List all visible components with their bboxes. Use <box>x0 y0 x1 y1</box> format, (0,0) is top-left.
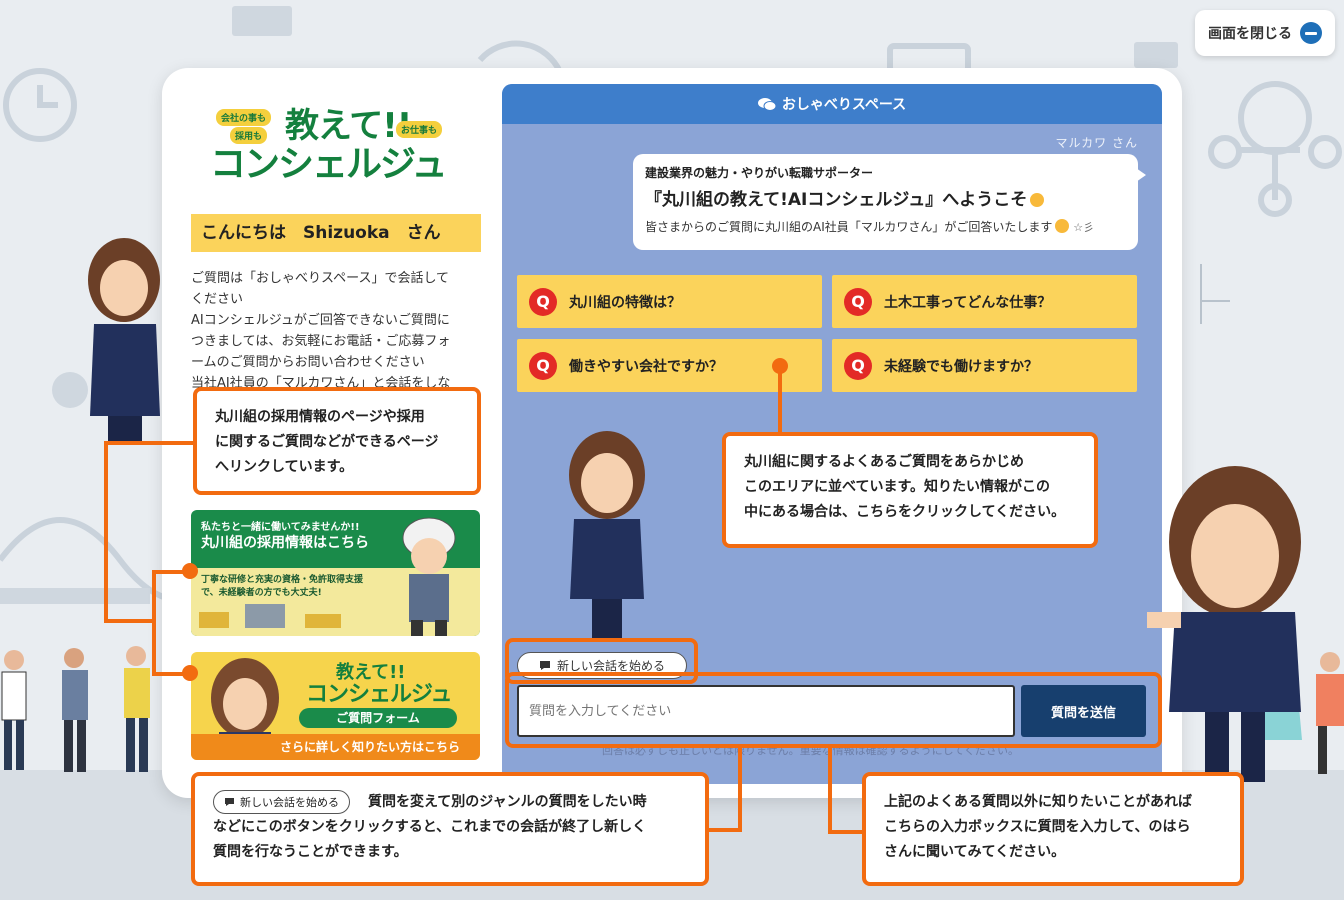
speech-bubble-icon <box>225 798 234 806</box>
concierge-logo: 会社の事も 採用も 教えて!! お仕事も コンシェルジュ <box>210 103 450 187</box>
faq-label: 働きやすい会社ですか？ <box>569 358 723 375</box>
form-banner-pill: ご質問フォーム <box>299 708 457 728</box>
q-badge-icon: Q <box>844 287 872 316</box>
connector-dot <box>182 563 198 579</box>
callout-recruit: 丸川組の採用情報のページや採用 に関するご質問などができるページ へリンクしてい… <box>193 387 481 495</box>
faq-label: 未経験でも働けますか？ <box>884 358 1038 375</box>
logo-tag-company: 会社の事も <box>216 109 272 126</box>
smile-emoji-icon <box>1030 193 1045 207</box>
chat-header: おしゃべりスペース <box>502 84 1162 124</box>
welcome-line3: 皆さまからのご質問に丸川組のAI社員「マルカワさん」がご回答いたします <box>645 220 1053 234</box>
connector-line <box>104 619 156 623</box>
logo-tag-work: お仕事も <box>396 121 443 138</box>
intro-text: ご質問は「おしゃべりスペース」で会話して ください AIコンシェルジュがご回答で… <box>191 271 451 388</box>
q-badge-icon: Q <box>529 351 557 380</box>
q-badge-icon: Q <box>529 287 557 316</box>
welcome-line2-wrap: 『丸川組の教えて!AIコンシェルジュ』へようこそ <box>645 185 1126 210</box>
connector-line <box>104 441 196 445</box>
welcome-line3-wrap: 皆さまからのご質問に丸川組のAI社員「マルカワさん」がご回答いたします ☆彡 <box>645 218 1126 235</box>
logo-tag-recruit: 採用も <box>230 127 268 144</box>
maruakawa-avatar <box>569 431 645 639</box>
logo-title-1: 教えて!! <box>285 106 412 146</box>
q-badge-icon: Q <box>844 351 872 380</box>
highlight-input-area <box>505 672 1162 748</box>
recruit-banner-line1: 私たちと一緒に働いてみませんか!! <box>201 522 360 533</box>
connector-dot <box>182 665 198 681</box>
connector-line <box>104 441 108 623</box>
close-screen-label: 画面を閉じる <box>1208 26 1292 42</box>
callout-new-chat: 新しい会話を始める 質問を変えて別のジャンルの質問をしたい時 などにこのボタンを… <box>191 772 709 886</box>
connector-line <box>152 570 156 676</box>
mini-new-chat-chip: 新しい会話を始める <box>213 790 350 814</box>
connector-line <box>738 748 742 832</box>
connector-line <box>828 748 832 834</box>
callout-input: 上記のよくある質問以外に知りたいことがあれば こちらの入力ボックスに質問を入力し… <box>862 772 1244 886</box>
chat-header-title: おしゃべりスペース <box>781 97 907 113</box>
right-guide-avatar <box>1147 466 1301 782</box>
connector-line <box>778 366 782 436</box>
worker-mascot-icon <box>402 517 456 636</box>
speaker-name: マルカワ さん <box>1055 136 1138 150</box>
faq-label: 丸川組の特徴は？ <box>569 294 681 311</box>
faq-label: 土木工事ってどんな仕事？ <box>884 294 1052 311</box>
welcome-line2: 『丸川組の教えて!AIコンシェルジュ』へようこそ <box>645 190 1028 210</box>
background-people <box>1 646 150 772</box>
sparkle-icon: ☆彡 <box>1073 221 1095 234</box>
close-screen-button[interactable]: 画面を閉じる <box>1195 10 1335 56</box>
mini-new-chat-label: 新しい会話を始める <box>240 795 339 809</box>
question-form-banner[interactable]: 教えて!! コンシェルジュ ご質問フォーム さらに詳しく知りたい方はこちら <box>191 652 480 760</box>
chat-bubbles-icon <box>757 98 776 111</box>
logo-title-2: コンシェルジュ <box>210 144 447 185</box>
welcome-line1: 建設業界の魅力・やりがい転職サポーター <box>645 166 874 180</box>
callout-faq: 丸川組に関するよくあるご質問をあらかじめ このエリアに並べています。知りたい情報… <box>722 432 1098 548</box>
construction-machines-icon <box>199 604 341 628</box>
recruit-info-banner[interactable]: 私たちと一緒に働いてみませんか!! 丸川組の採用情報はこちら 丁寧な研修と充実の… <box>191 510 480 636</box>
form-banner-footer: さらに詳しく知りたい方はこちら <box>191 734 480 760</box>
welcome-message-bubble: 建設業界の魅力・やりがい転職サポーター 『丸川組の教えて!AIコンシェルジュ』へ… <box>633 154 1146 250</box>
greeting-bar: こんにちは Shizuoka さん <box>191 214 481 252</box>
smile-emoji-icon <box>1055 219 1070 233</box>
recruit-banner-line2: 丸川組の採用情報はこちら <box>201 535 369 551</box>
connector-dot <box>772 358 788 374</box>
faq-button-1[interactable]: Q 丸川組の特徴は？ <box>517 275 822 328</box>
faq-button-2[interactable]: Q 土木工事ってどんな仕事？ <box>832 275 1137 328</box>
faq-button-4[interactable]: Q 未経験でも働けますか？ <box>832 339 1137 392</box>
left-guide-avatar <box>88 238 160 444</box>
minus-circle-icon <box>1300 22 1322 44</box>
form-banner-title-2: コンシェルジュ <box>306 682 452 707</box>
